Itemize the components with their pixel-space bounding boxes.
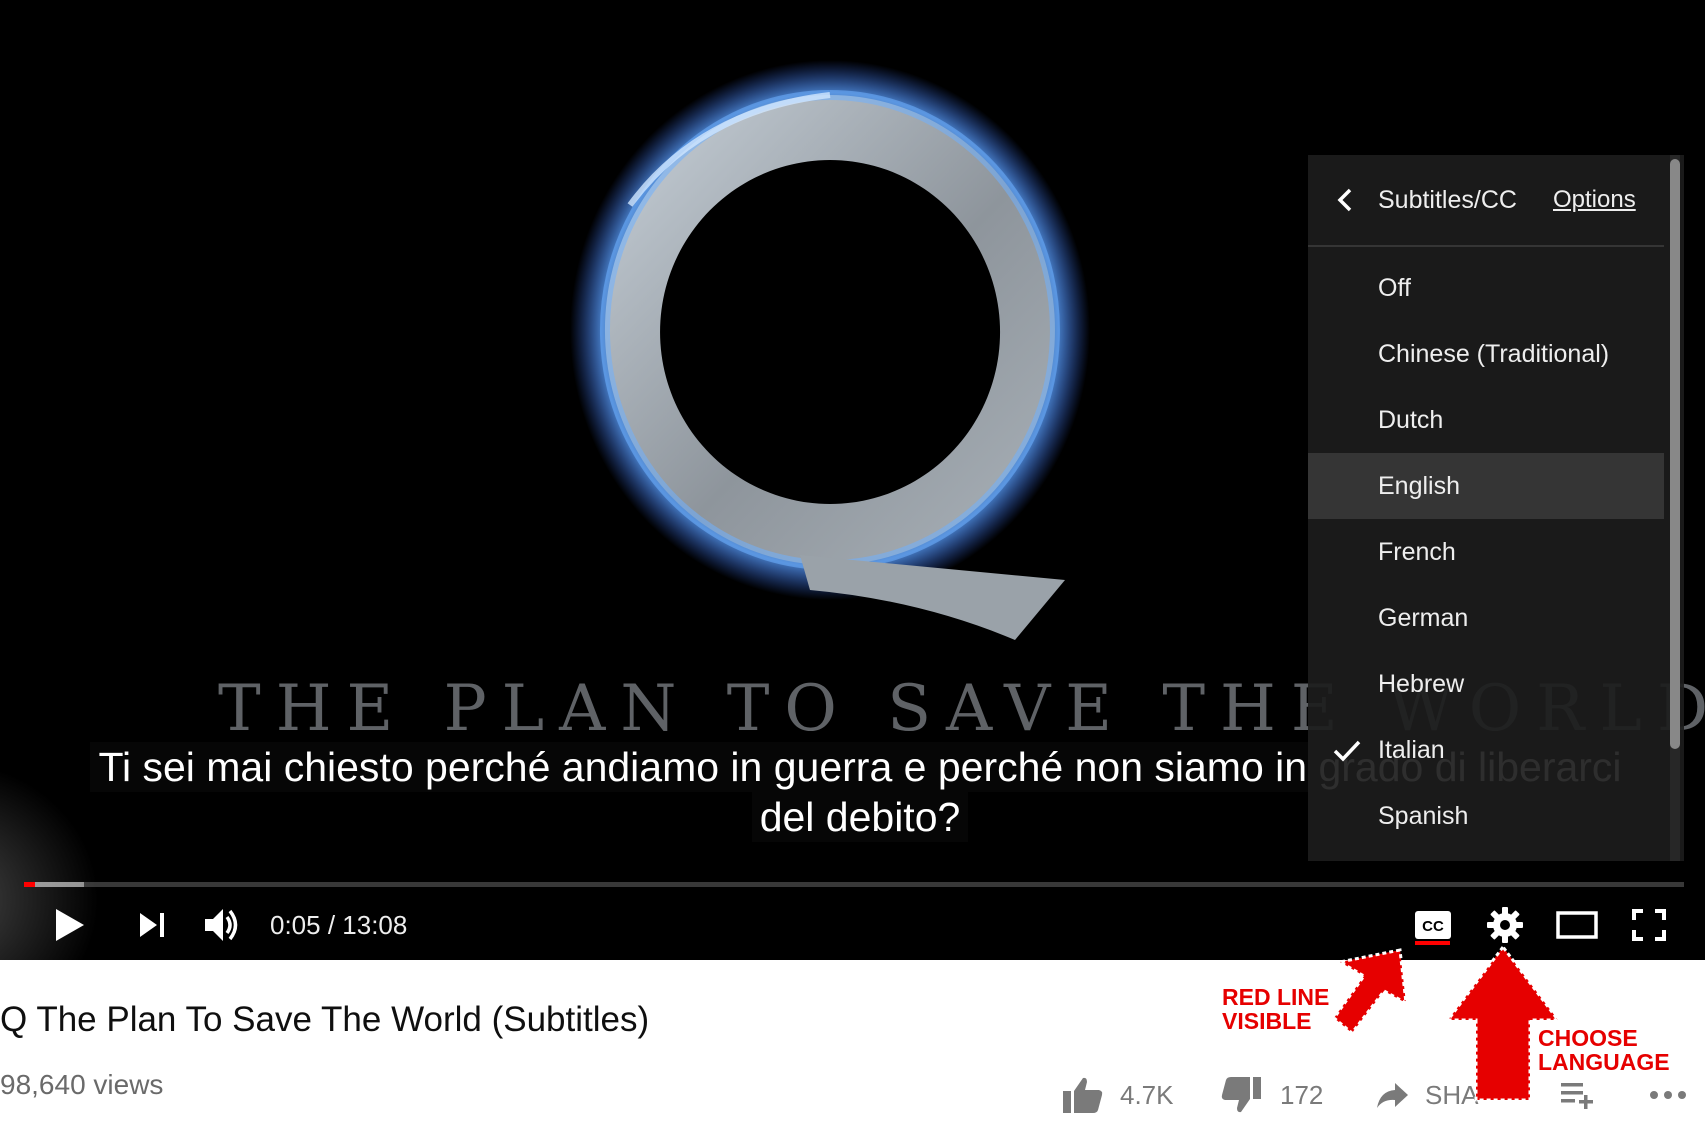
- annotation-arrows: [1331, 944, 1562, 1102]
- arrow-to-gear-icon: [1444, 944, 1562, 1102]
- arrow-to-cc-icon: [1331, 948, 1408, 1036]
- annotation-text-line: LANGUAGE: [1538, 1049, 1670, 1075]
- annotation-text-line: CHOOSE: [1538, 1025, 1638, 1051]
- annotation-choose-language: CHOOSE LANGUAGE: [1538, 1026, 1670, 1074]
- annotation-text-line: RED LINE: [1222, 984, 1330, 1010]
- annotation-text-line: VISIBLE: [1222, 1008, 1312, 1034]
- annotation-red-line-visible: RED LINE VISIBLE: [1222, 985, 1329, 1033]
